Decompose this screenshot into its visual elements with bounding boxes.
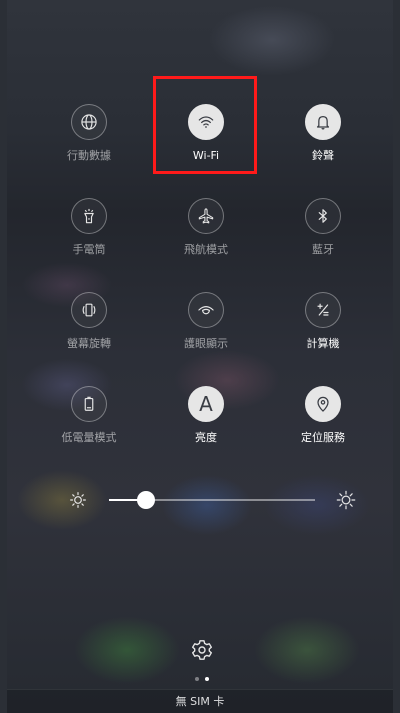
tile-label: 定位服務 (301, 431, 345, 444)
gear-icon[interactable] (190, 638, 214, 662)
tile-label: 低電量模式 (61, 431, 117, 444)
screen-rotation-icon (71, 292, 107, 328)
battery-icon (71, 386, 107, 422)
bluetooth-icon (305, 198, 341, 234)
tile-label: 亮度 (195, 431, 217, 444)
carrier-text: 無 SIM 卡 (175, 695, 225, 708)
sun-small-icon (70, 492, 86, 508)
tile-location-services[interactable]: 定位服務 (273, 386, 373, 445)
eye-comfort-icon (188, 292, 224, 328)
brightness-letter: A (199, 392, 213, 416)
globe-icon (71, 104, 107, 140)
tile-label: 計算機 (306, 337, 340, 350)
brightness-slider[interactable] (67, 488, 357, 512)
tile-low-power-mode[interactable]: 低電量模式 (39, 386, 139, 445)
tile-label: 藍牙 (312, 243, 334, 256)
tile-mobile-data[interactable]: 行動數據 (39, 104, 139, 163)
tile-label: 手電筒 (72, 243, 106, 256)
tile-label: 螢幕旋轉 (67, 337, 111, 350)
location-icon (305, 386, 341, 422)
tile-brightness[interactable]: A 亮度 (156, 386, 256, 445)
tile-calculator[interactable]: 計算機 (273, 292, 373, 351)
tile-label: 護眼顯示 (184, 337, 228, 350)
tile-bluetooth[interactable]: 藍牙 (273, 198, 373, 257)
auto-brightness-icon: A (188, 386, 224, 422)
bell-icon (305, 104, 341, 140)
tile-flashlight[interactable]: 手電筒 (39, 198, 139, 257)
tile-airplane-mode[interactable]: 飛航模式 (156, 198, 256, 257)
airplane-icon (188, 198, 224, 234)
page-dot (195, 677, 199, 681)
tile-ringtone[interactable]: 鈴聲 (273, 104, 373, 163)
highlight-box (153, 76, 257, 174)
flashlight-icon (71, 198, 107, 234)
tile-label: 行動數據 (67, 149, 111, 162)
page-dot (205, 677, 209, 681)
brightness-track[interactable] (109, 491, 315, 509)
tile-label: 飛航模式 (184, 243, 228, 256)
tile-eye-comfort[interactable]: 護眼顯示 (156, 292, 256, 351)
sun-large-icon (336, 490, 356, 510)
calculator-icon (305, 292, 341, 328)
status-bar: 無 SIM 卡 (7, 689, 393, 713)
quick-settings-panel: 行動數據 Wi-Fi 鈴聲 手電筒 飛航模式 藍牙 螢幕旋轉 護眼顯示 計算機 … (7, 0, 393, 713)
tile-label: 鈴聲 (312, 149, 334, 162)
brightness-knob[interactable] (137, 491, 156, 509)
page-indicator (195, 677, 215, 683)
tile-screen-rotation[interactable]: 螢幕旋轉 (39, 292, 139, 351)
